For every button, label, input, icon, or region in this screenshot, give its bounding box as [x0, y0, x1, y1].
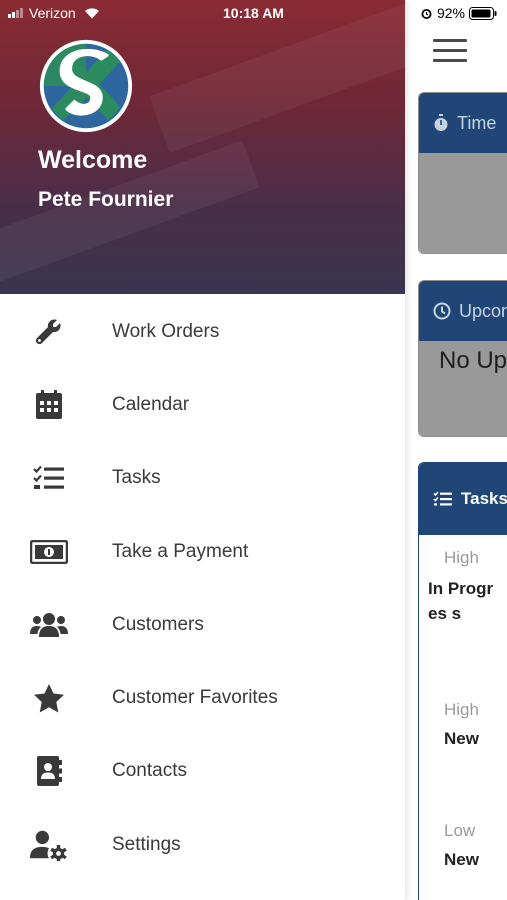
stopwatch-icon [434, 114, 448, 131]
task-row[interactable]: High In Progres s [428, 548, 498, 626]
upcoming-card[interactable]: Upcom No Up [418, 280, 507, 437]
wifi-icon [84, 8, 99, 19]
upcoming-card-title: Upcom [459, 300, 507, 321]
tasks-list-icon [433, 491, 452, 506]
wrench-icon [30, 316, 68, 348]
task-row[interactable]: Low New [428, 821, 507, 872]
task-priority: Low [444, 821, 476, 840]
hamburger-icon [433, 39, 467, 42]
menu-item-label: Tasks [112, 467, 161, 489]
task-status: New [444, 729, 479, 748]
task-priority: High [444, 700, 479, 719]
tasks-card-title: Tasks [461, 489, 507, 508]
menu-item-settings[interactable]: Settings [0, 808, 405, 881]
status-bar: Verizon 10:18 AM 92% [0, 0, 507, 28]
time-card-header: Time [419, 93, 507, 153]
menu-item-label: Calendar [112, 393, 190, 415]
menu-item-calendar[interactable]: Calendar [0, 368, 405, 441]
menu-item-take-a-payment[interactable]: Take a Payment [0, 515, 405, 588]
task-status: In Progres s [428, 579, 494, 623]
task-priority: High [444, 548, 479, 567]
address-book-icon [30, 755, 68, 787]
menu-item-label: Work Orders [112, 320, 220, 342]
hamburger-line [433, 59, 467, 62]
menu-item-label: Settings [112, 833, 181, 855]
clock-icon [433, 302, 451, 320]
status-bar-right: 92% [420, 5, 497, 21]
user-cog-icon [30, 829, 68, 861]
menu-item-customers[interactable]: Customers [0, 588, 405, 661]
time-card[interactable]: Time [418, 92, 507, 254]
upcoming-empty-text: No Up [419, 341, 507, 436]
company-logo [39, 39, 133, 133]
menu-item-label: Contacts [112, 760, 187, 782]
signal-icon [8, 8, 24, 18]
time-card-body [419, 153, 507, 253]
user-name: Pete Fournier [38, 188, 174, 211]
battery-percent: 92% [436, 5, 465, 21]
star-icon [30, 682, 68, 714]
money-icon [30, 536, 68, 568]
menu-item-customer-favorites[interactable]: Customer Favorites [0, 661, 405, 734]
welcome-heading: Welcome [38, 146, 148, 174]
menu-item-work-orders[interactable]: Work Orders [0, 295, 405, 368]
calendar-icon [30, 389, 68, 421]
hamburger-menu-button[interactable] [433, 37, 469, 65]
time-card-title: Time [457, 112, 497, 133]
task-row[interactable]: High New [428, 700, 507, 751]
alarm-icon [421, 8, 432, 19]
tasks-card[interactable]: Tasks High In Progres s High New Low New [418, 462, 507, 900]
upcoming-card-header: Upcom [419, 281, 507, 341]
carrier-name: Verizon [29, 5, 76, 21]
tasks-card-header: Tasks [419, 463, 507, 535]
hamburger-line [433, 49, 467, 52]
drawer-menu: Work Orders Calendar Tasks Take a Paymen… [0, 295, 405, 881]
task-status: New [444, 850, 479, 869]
battery-icon [469, 6, 497, 20]
tasks-card-body: High In Progres s High New Low New [419, 535, 507, 900]
dashboard-background: Time Upcom No Up Tasks [405, 0, 507, 900]
menu-item-label: Customers [112, 613, 204, 635]
drawer-header: Welcome Pete Fournier [0, 0, 405, 294]
users-icon [30, 609, 68, 641]
menu-item-tasks[interactable]: Tasks [0, 442, 405, 515]
tasks-icon [30, 462, 68, 494]
menu-item-label: Customer Favorites [112, 687, 278, 709]
side-drawer: Welcome Pete Fournier Work Orders Calend… [0, 0, 405, 900]
menu-item-label: Take a Payment [112, 540, 249, 562]
menu-item-contacts[interactable]: Contacts [0, 735, 405, 808]
status-bar-left: Verizon [8, 5, 100, 21]
